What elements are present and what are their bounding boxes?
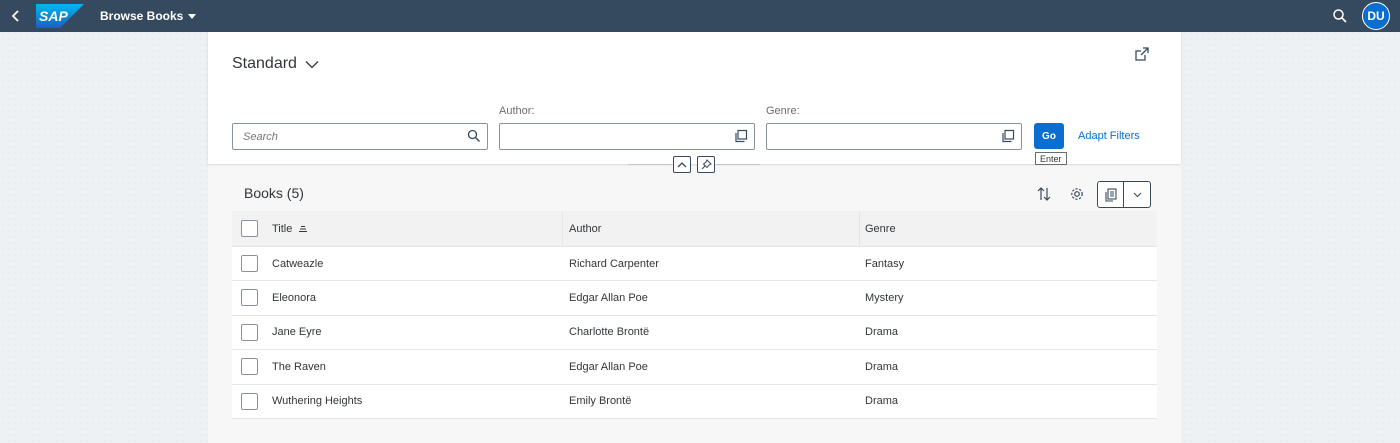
header-divider-left: [628, 164, 672, 165]
search-icon[interactable]: [467, 129, 481, 143]
author-label: Author:: [499, 105, 535, 117]
column-label-title: Title: [272, 222, 293, 235]
cell-genre: Drama: [865, 395, 899, 408]
column-header-author[interactable]: Author: [569, 211, 601, 246]
cell-author: Richard Carpenter: [569, 257, 659, 270]
export-split-button: [1097, 181, 1151, 208]
svg-text:SAP: SAP: [39, 8, 68, 24]
table-title: Books (5): [244, 185, 304, 201]
cell-genre: Drama: [865, 360, 899, 373]
row-checkbox[interactable]: [241, 289, 258, 307]
column-label-author: Author: [569, 222, 602, 235]
variant-selector[interactable]: Standard: [232, 52, 319, 76]
column-header-title[interactable]: Title: [272, 211, 308, 246]
cell-author: Edgar Allan Poe: [569, 360, 648, 373]
search-icon[interactable]: [1332, 8, 1348, 24]
back-button[interactable]: [6, 6, 26, 26]
column-header-genre[interactable]: Genre: [865, 211, 896, 246]
export-button[interactable]: [1098, 182, 1124, 207]
row-checkbox[interactable]: [241, 255, 258, 272]
chevron-down-icon: [1133, 192, 1141, 197]
table-row[interactable]: Catweazle Richard Carpenter Fantasy: [232, 247, 1157, 282]
chevron-up-icon: [677, 162, 687, 168]
table-row[interactable]: Wuthering Heights Emily Brontë Drama: [232, 384, 1157, 419]
column-label-genre: Genre: [865, 222, 896, 235]
column-separator: [562, 211, 563, 246]
cell-title: Wuthering Heights: [272, 395, 363, 408]
filter-header: Standard Search Author: Genre: Go Enter …: [208, 32, 1181, 165]
select-all-checkbox[interactable]: [241, 220, 258, 237]
cell-genre: Mystery: [865, 292, 904, 305]
go-button[interactable]: Go: [1034, 123, 1064, 149]
genre-label: Genre:: [766, 105, 800, 117]
chevron-down-icon: [305, 60, 319, 68]
user-avatar[interactable]: DU: [1362, 2, 1390, 30]
search-placeholder: Search: [243, 131, 278, 143]
cell-title: Catweazle: [272, 257, 324, 270]
sort-ascending-icon: [299, 225, 308, 232]
adapt-filters-button[interactable]: Adapt Filters: [1078, 130, 1140, 142]
row-checkbox[interactable]: [241, 323, 258, 341]
pin-icon: [701, 159, 712, 170]
column-separator: [859, 211, 860, 246]
row-checkbox[interactable]: [241, 392, 258, 410]
app-title-menu[interactable]: Browse Books: [100, 8, 197, 24]
table-row[interactable]: Jane Eyre Charlotte Brontë Drama: [232, 315, 1157, 351]
export-icon: [1104, 187, 1117, 202]
cell-author: Emily Brontë: [569, 395, 632, 408]
chevron-left-icon: [11, 10, 19, 22]
cell-author: Charlotte Brontë: [569, 326, 650, 339]
table-row[interactable]: The Raven Edgar Allan Poe Drama: [232, 350, 1157, 385]
share-icon[interactable]: [1134, 46, 1150, 62]
value-help-icon[interactable]: [1001, 129, 1015, 143]
variant-name: Standard: [232, 55, 297, 72]
cell-title: Eleonora: [272, 292, 317, 305]
gear-icon[interactable]: [1069, 186, 1085, 202]
shell-bar: SAP Browse Books DU: [0, 0, 1400, 32]
page-content: Standard Search Author: Genre: Go Enter …: [208, 32, 1181, 443]
app-title: Browse Books: [100, 9, 184, 23]
cell-title: Jane Eyre: [272, 326, 322, 339]
sort-icon[interactable]: [1036, 186, 1052, 202]
pin-header-button[interactable]: [697, 156, 715, 173]
books-table: Title Author Genre Catweazle Richard Car…: [232, 211, 1157, 419]
table-header-row: Title Author Genre: [232, 211, 1157, 247]
header-divider-right: [716, 164, 760, 165]
go-tooltip: Enter: [1035, 152, 1067, 165]
genre-field[interactable]: [766, 123, 1022, 150]
collapse-header-button[interactable]: [673, 156, 691, 173]
export-options-button[interactable]: [1124, 182, 1150, 207]
author-field[interactable]: [499, 123, 755, 150]
value-help-icon[interactable]: [734, 129, 748, 143]
cell-title: The Raven: [272, 360, 326, 373]
cell-genre: Fantasy: [865, 257, 905, 270]
cell-genre: Drama: [865, 326, 899, 339]
cell-author: Edgar Allan Poe: [569, 292, 648, 305]
caret-down-icon: [188, 14, 197, 19]
table-row[interactable]: Eleonora Edgar Allan Poe Mystery: [232, 281, 1157, 316]
search-input[interactable]: Search: [232, 123, 488, 150]
sap-logo: SAP: [36, 4, 84, 28]
row-checkbox[interactable]: [241, 358, 258, 376]
